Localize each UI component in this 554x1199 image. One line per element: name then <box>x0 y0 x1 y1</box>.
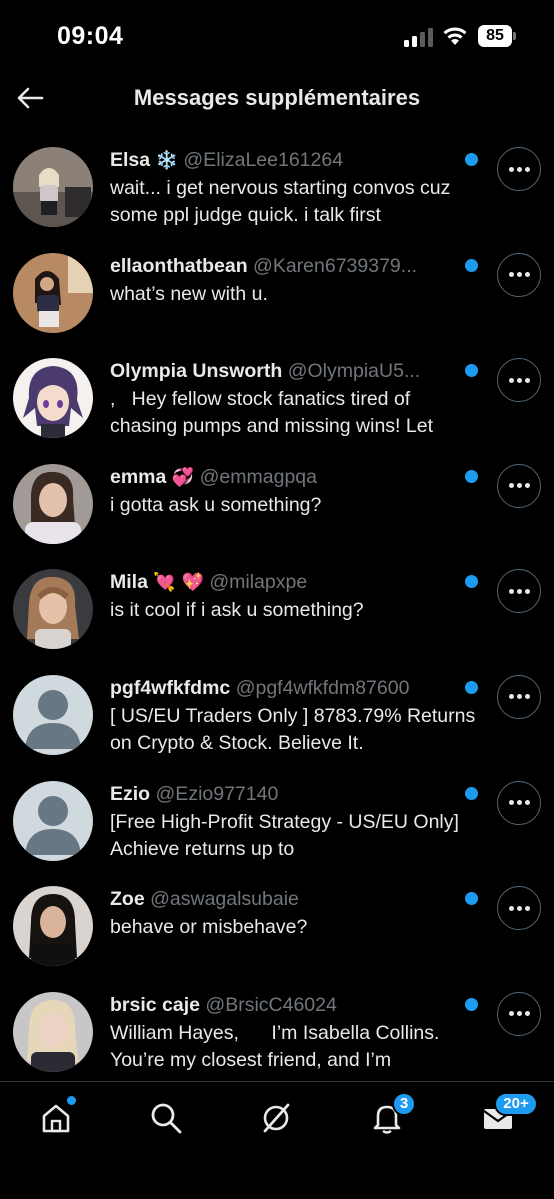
name-emoji: ❄️ <box>155 150 178 171</box>
battery-level: 85 <box>478 25 512 47</box>
grok-icon <box>263 1103 290 1133</box>
message-preview: William Hayes, I’m Isabella Collins. You… <box>110 1021 445 1071</box>
unread-indicator <box>465 153 478 166</box>
avatar[interactable] <box>13 991 93 1072</box>
search-icon <box>151 1103 182 1134</box>
unread-indicator <box>465 892 478 906</box>
sender-handle: @BrsicC46024 <box>205 993 337 1016</box>
tab-search[interactable] <box>144 1096 188 1140</box>
sender-name: pgf4wfkfdmc <box>110 676 231 699</box>
sender-handle: @Karen6739379... <box>253 254 418 277</box>
sender-name: Elsa <box>110 149 151 171</box>
sender-handle: @aswagalsubaie <box>150 888 299 911</box>
name-emoji: 💞 <box>171 466 195 488</box>
message-preview: [Free High-Profit Strategy - US/EU Only]… <box>110 810 459 860</box>
conversation-row[interactable]: Olympia Unsworth @OlympiaU5... , Hey fel… <box>0 346 554 452</box>
more-options-button[interactable] <box>497 358 541 403</box>
sender-handle: @emmagpqa <box>199 465 317 488</box>
sender-name: Ezio <box>110 782 151 805</box>
conversation-header: Zoe @aswagalsubaie <box>110 886 458 913</box>
avatar[interactable] <box>13 886 93 967</box>
cellular-signal-icon <box>404 27 434 47</box>
message-preview: what’s new with u. <box>110 282 268 305</box>
avatar[interactable] <box>13 463 93 544</box>
sender-name: emma <box>110 465 167 488</box>
message-preview: is it cool if i ask u something? <box>110 599 364 622</box>
conversation-header: emma 💞 @emmagpqa <box>110 464 458 491</box>
conversation-row[interactable]: emma 💞 @emmagpqa i gotta ask u something… <box>0 452 554 558</box>
unread-indicator <box>465 997 478 1011</box>
avatar[interactable] <box>13 358 93 439</box>
unread-indicator <box>465 680 478 694</box>
conversation-header: pgf4wfkfdmc @pgf4wfkfdm87600 <box>110 675 458 702</box>
conversation-row[interactable]: pgf4wfkfdmc @pgf4wfkfdm87600 [ US/EU Tra… <box>0 663 554 769</box>
sender-handle: @pgf4wfkfdm87600 <box>235 676 410 699</box>
message-preview: [ US/EU Traders Only ] 8783.79% Returns … <box>110 704 476 754</box>
conversation-row[interactable]: ellaonthatbean @Karen6739379... what’s n… <box>0 241 554 347</box>
sender-handle: @OlympiaU5... <box>287 360 421 383</box>
tab-notifications[interactable]: 3 <box>365 1092 416 1140</box>
sender-handle: @Ezio977140 <box>155 782 279 805</box>
messages-badge: 20+ <box>494 1092 538 1116</box>
conversation-header: Elsa ❄️ @ElizaLee161264 <box>110 147 458 174</box>
message-preview: wait... i get nervous starting convos cu… <box>110 177 451 226</box>
conversation-row[interactable]: Ezio @Ezio977140 [Free High-Profit Strat… <box>0 769 554 875</box>
home-icon <box>42 1104 70 1133</box>
message-preview: behave or misbehave? <box>110 916 308 939</box>
conversation-header: Ezio @Ezio977140 <box>110 781 458 808</box>
unread-indicator <box>465 364 478 378</box>
more-options-button[interactable] <box>497 886 541 931</box>
avatar[interactable] <box>13 147 93 227</box>
wifi-icon <box>441 24 469 46</box>
default-avatar-icon <box>13 780 93 861</box>
message-preview: i gotta ask u something? <box>110 493 322 516</box>
sender-handle: @milapxpe <box>209 571 308 594</box>
unread-indicator <box>465 575 478 589</box>
conversation-header: Olympia Unsworth @OlympiaU5... <box>110 358 458 385</box>
name-emoji: 💘 💖 <box>153 572 204 594</box>
more-options-button[interactable] <box>497 674 541 719</box>
battery-icon: 85 <box>478 25 516 47</box>
avatar[interactable] <box>13 674 93 755</box>
conversation-row[interactable]: Zoe @aswagalsubaie behave or misbehave? <box>0 874 554 980</box>
more-options-button[interactable] <box>497 991 541 1036</box>
status-bar: 09:04 85 <box>0 0 554 70</box>
conversation-header: brsic caje @BrsicC46024 <box>110 992 458 1019</box>
header: Messages supplémentaires <box>0 70 554 130</box>
more-options-button[interactable] <box>497 252 541 297</box>
sender-name: ellaonthatbean <box>110 254 248 277</box>
more-options-button[interactable] <box>497 147 541 191</box>
notifications-badge: 3 <box>392 1092 416 1116</box>
more-options-button[interactable] <box>497 463 541 508</box>
default-avatar-icon <box>13 674 93 755</box>
page-title: Messages supplémentaires <box>133 85 421 110</box>
avatar[interactable] <box>13 569 93 650</box>
conversation-row[interactable]: Elsa ❄️ @ElizaLee161264 wait... i get ne… <box>0 135 554 241</box>
conversation-header: Mila 💘 💖 @milapxpe <box>110 569 458 596</box>
home-new-indicator <box>67 1096 76 1105</box>
conversation-row[interactable]: brsic caje @BrsicC46024 William Hayes, I… <box>0 980 554 1086</box>
more-options-button[interactable] <box>497 780 541 825</box>
unread-indicator <box>465 786 478 800</box>
unread-indicator <box>465 258 478 272</box>
conversation-header: ellaonthatbean @Karen6739379... <box>110 253 458 280</box>
status-time: 09:04 <box>57 22 124 50</box>
avatar[interactable] <box>13 780 93 861</box>
tab-grok[interactable] <box>254 1096 298 1140</box>
conversation-row[interactable]: Mila 💘 💖 @milapxpe is it cool if i ask u… <box>0 557 554 663</box>
unread-indicator <box>465 469 478 483</box>
message-preview: , Hey fellow stock fanatics tired of cha… <box>110 388 433 438</box>
avatar[interactable] <box>13 252 93 333</box>
sender-name: Mila <box>110 571 148 594</box>
tab-home[interactable] <box>34 1096 78 1140</box>
tab-messages[interactable]: 20+ <box>476 1092 538 1140</box>
sender-handle: @ElizaLee161264 <box>183 149 344 171</box>
conversation-list: Elsa ❄️ @ElizaLee161264 wait... i get ne… <box>0 135 554 1085</box>
more-options-button[interactable] <box>497 569 541 614</box>
bottom-tab-bar: 3 20+ <box>0 1081 554 1199</box>
sender-name: brsic caje <box>110 993 200 1016</box>
sender-name: Zoe <box>110 888 145 911</box>
sender-name: Olympia Unsworth <box>110 360 283 383</box>
